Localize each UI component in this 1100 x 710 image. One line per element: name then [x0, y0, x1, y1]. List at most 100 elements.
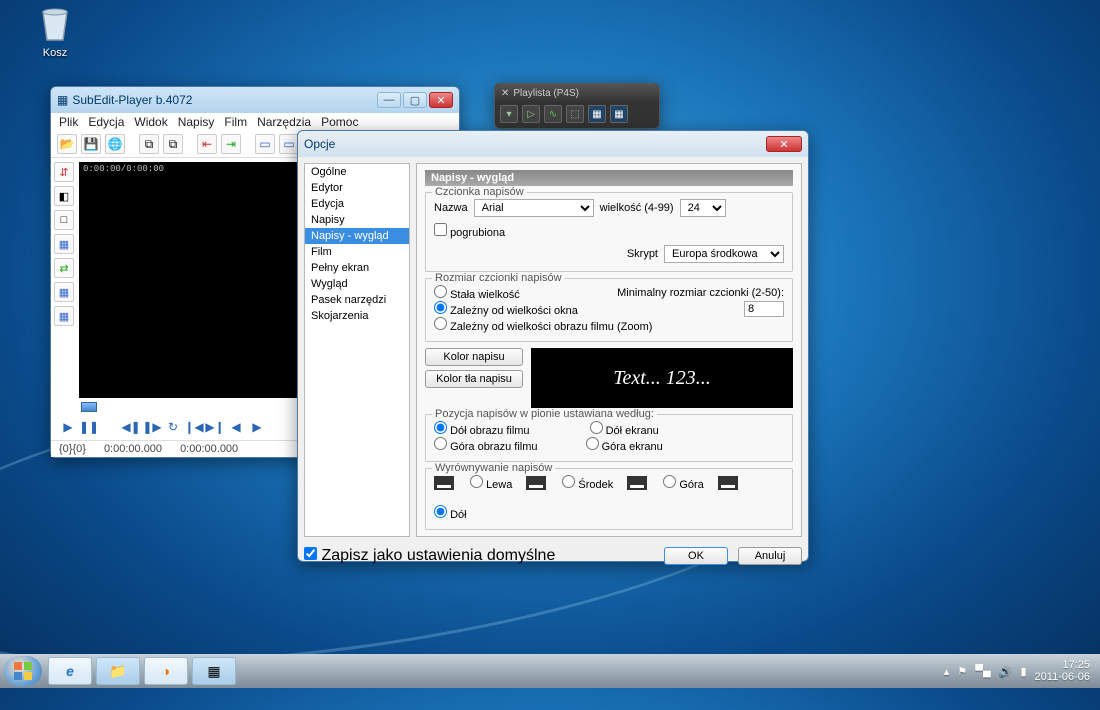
taskbar-ie[interactable]: e	[48, 657, 92, 685]
cat-film[interactable]: Film	[305, 244, 409, 260]
fontsize-r1[interactable]: Stała wielkość	[434, 285, 520, 301]
font-size-select[interactable]: 24	[680, 199, 726, 217]
options-titlebar[interactable]: Opcje ✕	[298, 131, 808, 157]
save-default-check[interactable]: Zapisz jako ustawienia domyślne	[304, 547, 555, 565]
align-r3[interactable]: Góra	[663, 475, 704, 491]
tb-shift-r-icon[interactable]: ⇥	[221, 134, 241, 154]
taskbar-subedit[interactable]: ▦	[192, 657, 236, 685]
tray-arrow-icon[interactable]: ▴	[944, 665, 950, 678]
playlist-btn-4[interactable]: ▦	[588, 105, 606, 123]
next2-button[interactable]: ▶	[248, 418, 266, 436]
align-r1[interactable]: Lewa	[470, 475, 512, 491]
network-icon[interactable]: ▀▄	[975, 665, 991, 677]
menu-narzedzia[interactable]: Narzędzia	[257, 115, 311, 129]
align-r2[interactable]: Środek	[562, 475, 613, 491]
cat-wyglad[interactable]: Wygląd	[305, 276, 409, 292]
cat-pasek[interactable]: Pasek narzędzi	[305, 292, 409, 308]
taskbar-explorer[interactable]: 📁	[96, 657, 140, 685]
playlist-btn-play[interactable]: ▷	[522, 105, 540, 123]
minimize-button[interactable]: —	[377, 92, 401, 108]
side-6-icon[interactable]: ▦	[54, 282, 74, 302]
playlist-btn-3[interactable]: ⬚	[566, 105, 584, 123]
fontsize-min-input[interactable]	[744, 301, 784, 317]
side-2-icon[interactable]: ◧	[54, 186, 74, 206]
playlist-btn-2[interactable]: ∿	[544, 105, 562, 123]
fontsize-r2[interactable]: Zależny od wielkości okna	[434, 301, 578, 317]
tb-save-icon[interactable]: 💾	[81, 134, 101, 154]
close-button[interactable]: ✕	[429, 92, 453, 108]
battery-icon[interactable]: ▮	[1020, 665, 1026, 678]
volume-icon[interactable]: 🔊	[999, 665, 1013, 678]
playlist-titlebar[interactable]: ✕ Playlista (P4S)	[495, 84, 659, 102]
align-center-icon	[526, 476, 546, 490]
player-titlebar[interactable]: ▦ SubEdit-Player b.4072 — ▢ ✕	[51, 87, 459, 113]
play-button[interactable]: ▶	[59, 418, 77, 436]
text-color-button[interactable]: Kolor napisu	[425, 348, 523, 366]
side-5-icon[interactable]: ⇄	[54, 258, 74, 278]
options-category-list[interactable]: Ogólne Edytor Edycja Napisy Napisy - wyg…	[304, 163, 410, 537]
menu-edycja[interactable]: Edycja	[88, 115, 124, 129]
side-3-icon[interactable]: □	[54, 210, 74, 230]
tb-copy-icon[interactable]: ⧉	[139, 134, 159, 154]
side-1-icon[interactable]: ⇵	[54, 162, 74, 182]
pos-r3[interactable]: Góra obrazu filmu	[434, 437, 538, 453]
align-r4[interactable]: Dół	[434, 505, 467, 521]
cat-napisy-wyglad[interactable]: Napisy - wygląd	[305, 228, 409, 244]
menu-pomoc[interactable]: Pomoc	[321, 115, 358, 129]
start-button[interactable]	[4, 656, 42, 686]
tray[interactable]: ▴ ⚑ ▀▄ 🔊 ▮ 17:25 2011-06-06	[944, 659, 1096, 683]
cat-ogolne[interactable]: Ogólne	[305, 164, 409, 180]
menu-plik[interactable]: Plik	[59, 115, 78, 129]
tb-globe-icon[interactable]: 🌐	[105, 134, 125, 154]
rev-button[interactable]: ◀❚	[122, 418, 140, 436]
maximize-button[interactable]: ▢	[403, 92, 427, 108]
taskbar[interactable]: e 📁 ◑ ▦ ▴ ⚑ ▀▄ 🔊 ▮ 17:25 2011-06-06	[0, 654, 1100, 688]
tb-paste-icon[interactable]: ⧉	[163, 134, 183, 154]
menu-napisy[interactable]: Napisy	[178, 115, 215, 129]
pos-r2[interactable]: Dół ekranu	[590, 421, 659, 437]
stop-button[interactable]	[101, 418, 119, 436]
tb-sub1-icon[interactable]: ▭	[255, 134, 275, 154]
cat-pelny-ekran[interactable]: Pełny ekran	[305, 260, 409, 276]
clock[interactable]: 17:25 2011-06-06	[1035, 659, 1090, 683]
prev2-button[interactable]: ◀	[227, 418, 245, 436]
ok-button[interactable]: OK	[664, 547, 728, 565]
flag-icon[interactable]: ⚑	[957, 665, 967, 678]
cat-skojarzenia[interactable]: Skojarzenia	[305, 308, 409, 324]
side-4-icon[interactable]: ▦	[54, 234, 74, 254]
font-bold-check[interactable]: pogrubiona	[434, 223, 505, 239]
menu-widok[interactable]: Widok	[134, 115, 167, 129]
subedit-icon: ▦	[207, 663, 220, 680]
cat-edytor[interactable]: Edytor	[305, 180, 409, 196]
desktop-icon-trash[interactable]: Kosz	[28, 4, 82, 59]
playlist-btn-1[interactable]: ▾	[500, 105, 518, 123]
seek-handle[interactable]	[81, 402, 97, 412]
align-top-icon	[627, 476, 647, 490]
playlist-btn-5[interactable]: ▦	[610, 105, 628, 123]
font-script-select[interactable]: Europa środkowa	[664, 245, 784, 263]
tb-open-icon[interactable]: 📂	[57, 134, 77, 154]
taskbar-wmp[interactable]: ◑	[144, 657, 188, 685]
group-fontsize: Rozmiar czcionki napisów Stała wielkość …	[425, 278, 793, 342]
playlist-window[interactable]: ✕ Playlista (P4S) ▾ ▷ ∿ ⬚ ▦ ▦	[494, 83, 660, 129]
cancel-button[interactable]: Anuluj	[738, 547, 802, 565]
prev-button[interactable]: ❙◀	[185, 418, 203, 436]
cat-edycja[interactable]: Edycja	[305, 196, 409, 212]
tb-sub2-icon[interactable]: ▭	[279, 134, 299, 154]
fontsize-r3[interactable]: Zależny od wielkości obrazu filmu (Zoom)	[434, 321, 652, 333]
next-button[interactable]: ▶❙	[206, 418, 224, 436]
side-7-icon[interactable]: ▦	[54, 306, 74, 326]
loop-button[interactable]: ↻	[164, 418, 182, 436]
options-dialog[interactable]: Opcje ✕ Ogólne Edytor Edycja Napisy Napi…	[297, 130, 809, 562]
cat-napisy[interactable]: Napisy	[305, 212, 409, 228]
pause-button[interactable]: ❚❚	[80, 418, 98, 436]
pos-r1[interactable]: Dół obrazu filmu	[434, 421, 530, 437]
options-close-button[interactable]: ✕	[766, 136, 802, 152]
tb-shift-l-icon[interactable]: ⇤	[197, 134, 217, 154]
pos-r4[interactable]: Góra ekranu	[586, 437, 663, 453]
fwd-button[interactable]: ❚▶	[143, 418, 161, 436]
font-name-select[interactable]: Arial	[474, 199, 594, 217]
align-left-icon	[434, 476, 454, 490]
menu-film[interactable]: Film	[224, 115, 247, 129]
bg-color-button[interactable]: Kolor tła napisu	[425, 370, 523, 388]
